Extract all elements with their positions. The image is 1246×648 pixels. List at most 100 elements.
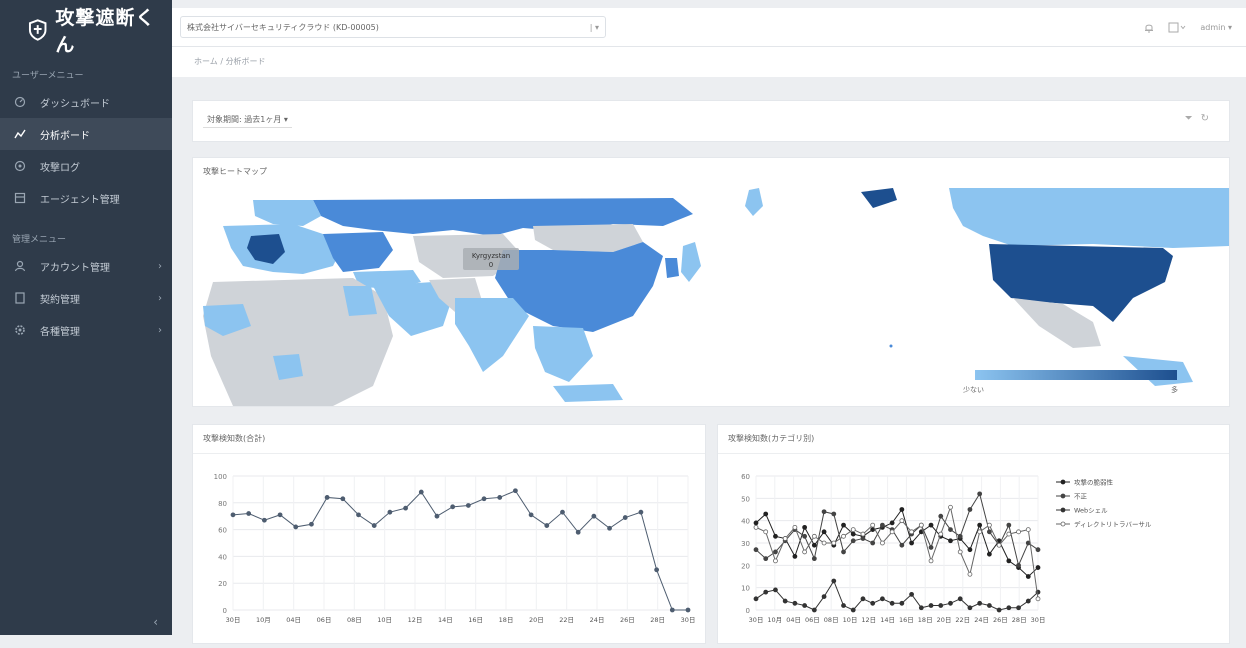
x-tick-label: 08日 (347, 616, 362, 624)
data-point (591, 513, 597, 519)
world-map[interactable]: Kyrgyzstan 0 少ない 多 (193, 186, 1229, 406)
map-tooltip-label: Kyrgyzstan (472, 252, 510, 260)
language-icon[interactable] (1168, 22, 1186, 33)
x-tick-label: 24日 (974, 616, 989, 624)
map-legend-max: 多 (1171, 385, 1178, 394)
data-point (1025, 598, 1031, 604)
sidebar-item-analysis[interactable]: 分析ボード (0, 118, 172, 150)
sidebar-item-log[interactable]: 攻撃ログ (0, 150, 172, 182)
data-point (986, 529, 992, 535)
data-point (638, 509, 644, 515)
world-map-svg: Kyrgyzstan 0 少ない 多 (203, 188, 1229, 406)
data-point (967, 507, 973, 512)
data-point (324, 495, 330, 500)
y-tick-label: 60 (741, 473, 750, 481)
x-tick-label: 12日 (408, 616, 423, 624)
data-point (986, 603, 992, 608)
data-point (811, 542, 817, 548)
data-point (909, 591, 914, 597)
brand-logo[interactable]: 攻撃遮断くん (0, 0, 172, 60)
data-point (418, 489, 424, 495)
data-point (841, 603, 846, 608)
x-tick-label: 18日 (918, 616, 933, 624)
data-point (821, 529, 827, 535)
sidebar-collapse-button[interactable]: ‹ (153, 615, 158, 629)
x-tick-label: 26日 (620, 616, 635, 624)
data-point (669, 607, 675, 613)
data-point (1006, 605, 1012, 611)
bell-icon[interactable] (1144, 22, 1154, 33)
data-point (560, 509, 565, 515)
sidebar-item-settings[interactable]: 各種管理 › (0, 314, 172, 346)
data-point (841, 533, 846, 539)
data-point (1025, 527, 1031, 532)
legend-label: 攻撃の脆弱性 (1074, 478, 1114, 487)
dashboard-icon (14, 96, 26, 108)
y-tick-label: 30 (741, 540, 750, 548)
y-tick-label: 20 (218, 580, 227, 588)
data-point (340, 496, 346, 502)
data-point (753, 547, 759, 553)
period-select[interactable]: 対象期間: 過去1ヶ月 ▾ (203, 112, 292, 128)
data-point (773, 549, 778, 555)
category-detections-panel: 攻撃検知数(カテゴリ別) 0 10 20 30 40 50 60 30日 10月 04日 06日 08… (717, 424, 1230, 644)
data-point (293, 524, 299, 530)
data-point (880, 522, 885, 528)
sidebar-item-label: 分析ボード (40, 130, 90, 142)
data-point (899, 600, 905, 606)
data-point (850, 527, 856, 532)
map-region-eastern-europe (323, 232, 393, 272)
panel-tools: ⏷↻ (1185, 113, 1217, 124)
map-region-egypt (343, 286, 377, 316)
x-tick-label: 06日 (317, 616, 332, 624)
data-point (996, 607, 1002, 613)
chevron-right-icon: › (158, 292, 162, 304)
sidebar-item-agent[interactable]: エージェント管理 (0, 182, 172, 214)
breadcrumb-current: 分析ボード (225, 57, 266, 66)
data-point (1016, 605, 1021, 611)
data-point (773, 558, 778, 564)
data-point (967, 571, 973, 577)
data-point (792, 600, 798, 606)
data-point (899, 542, 905, 548)
data-point (831, 511, 837, 517)
data-point (1006, 531, 1012, 537)
data-point (450, 504, 456, 510)
data-point (841, 549, 846, 555)
data-point (986, 522, 992, 528)
legend-marker (1060, 479, 1066, 485)
x-tick-label: 20日 (937, 616, 952, 624)
legend-label: ディレクトリトラバーサル (1074, 520, 1152, 529)
filter-icon[interactable]: ⏷ (1185, 113, 1201, 124)
data-point (889, 529, 895, 535)
x-tick-label: 30日 (681, 616, 696, 624)
x-tick-label: 30日 (226, 616, 241, 624)
total-detections-chart: 0 20 40 60 80 100 30日 10月 04日 06日 08日 10日 12日 14日 16日 1… (214, 473, 696, 624)
data-point (654, 567, 660, 573)
top-bar: 株式会社サイバーセキュリティクラウド (KD-00005) | ▾ admin … (172, 8, 1246, 47)
data-point (938, 513, 944, 519)
data-point (880, 596, 885, 602)
x-tick-label: 14日 (438, 616, 453, 624)
settings-icon (15, 325, 25, 335)
admin-menu-title: 管理メニュー (12, 235, 67, 245)
breadcrumb-home[interactable]: ホーム (194, 57, 218, 66)
sidebar-item-contract[interactable]: 契約管理 › (0, 282, 172, 314)
sidebar-item-dashboard[interactable]: ダッシュボード (0, 86, 172, 118)
log-icon (14, 160, 26, 172)
data-point (918, 605, 924, 611)
refresh-icon[interactable]: ↻ (1201, 113, 1217, 124)
user-menu[interactable]: admin ▾ (1200, 23, 1232, 32)
agent-icon (14, 192, 26, 204)
data-point (763, 589, 769, 595)
sidebar-item-label: アカウント管理 (40, 262, 110, 274)
y-tick-label: 60 (218, 527, 227, 535)
sidebar-item-account[interactable]: アカウント管理 › (0, 250, 172, 282)
data-point (996, 542, 1002, 548)
x-tick-label: 30日 (1031, 616, 1046, 624)
data-point (575, 529, 581, 535)
data-point (1006, 522, 1012, 528)
data-point (967, 605, 973, 611)
tenant-select[interactable]: 株式会社サイバーセキュリティクラウド (KD-00005) | ▾ (180, 16, 606, 38)
data-point (802, 524, 808, 530)
